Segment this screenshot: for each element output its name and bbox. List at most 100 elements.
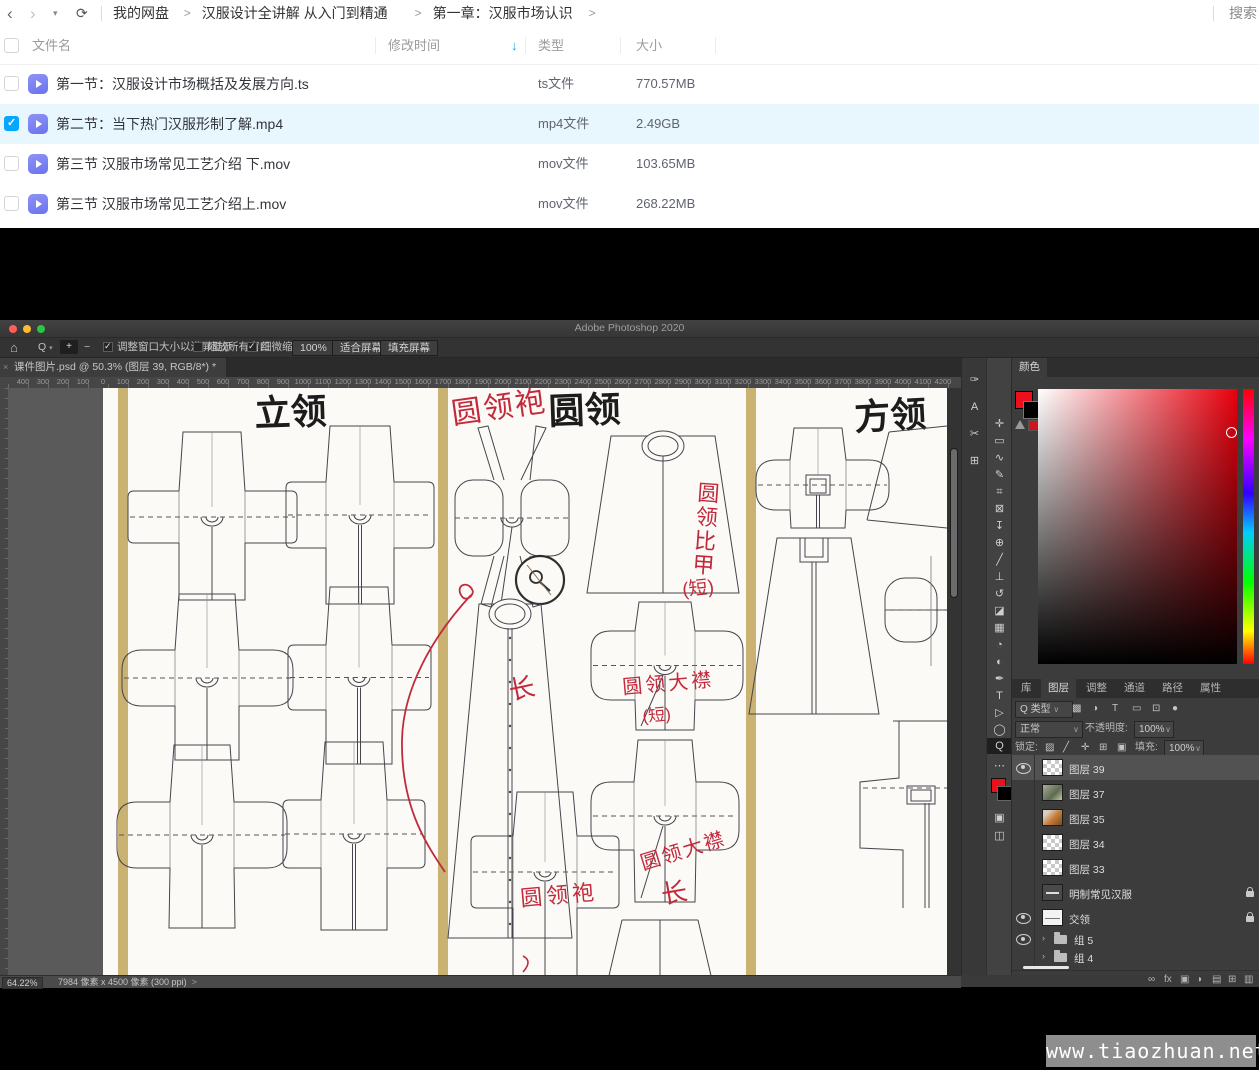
layer-row[interactable]: 明制常见汉服 [1012,880,1259,905]
column-header-type[interactable]: 类型 [538,27,564,64]
visibility-cell[interactable] [1012,755,1035,780]
zoom-100-button[interactable]: 100% [292,340,335,356]
layer-filter-icon[interactable]: ● [1172,701,1178,716]
select-all-checkbox[interactable] [4,38,19,53]
gradient-tool[interactable]: ▦ [987,620,1012,636]
layer-row[interactable]: 图层 33 [1012,855,1259,880]
file-row[interactable]: 第一节：汉服设计市场概括及发展方向.ts ts文件 770.57MB [0,64,1259,104]
file-name[interactable]: 第三节 汉服市场常见工艺介绍 下.mov [56,144,290,184]
layer-filter-icon[interactable]: ◑ [1092,701,1098,716]
status-zoom-field[interactable]: 64.22% [2,977,43,989]
zoom-tool[interactable]: Q [987,738,1012,754]
eyedropper-tool[interactable]: ↧ [987,518,1012,534]
layer-filter-dropdown[interactable]: Q 类型 ∨ [1015,701,1073,718]
dodge-tool[interactable]: ◐ [987,654,1012,670]
zoom-all-windows-checkbox[interactable] [193,342,203,352]
file-name[interactable]: 第一节：汉服设计市场概括及发展方向.ts [56,64,309,104]
layer-thumbnail[interactable] [1042,883,1063,901]
file-row[interactable]: 第三节 汉服市场常见工艺介绍 下.mov mov文件 103.65MB [0,144,1259,184]
screen-mode-icon[interactable]: ◫ [987,828,1012,844]
layer-name[interactable]: 组 4 [1074,951,1093,966]
layer-thumbnail[interactable] [1042,808,1063,826]
lasso-tool[interactable]: ∿ [987,450,1012,466]
layer-thumbnail[interactable] [1042,833,1063,851]
history-brush-tool[interactable]: ↺ [987,586,1012,602]
file-name[interactable]: 第三节 汉服市场常见工艺介绍上.mov [56,184,286,224]
type-tool[interactable]: T [987,688,1012,704]
visibility-cell[interactable] [1012,855,1035,880]
zoom-out-toggle[interactable]: − [84,338,90,357]
tab-color[interactable]: 颜色 [1012,358,1047,377]
layer-row[interactable]: 图层 39 [1012,755,1259,780]
blend-mode-dropdown[interactable]: 正常 ∨ [1015,721,1083,738]
healing-brush-tool[interactable]: ⊕ [987,535,1012,551]
breadcrumb-item[interactable]: 汉服设计全讲解 从入门到精通 [202,0,388,27]
panel-tab-库[interactable]: 库 [1014,679,1039,698]
character-panel-icon[interactable]: A [962,397,987,417]
canvas[interactable]: 立领 圆领 方领 圆领袍 圆领比甲 (短) 长圆领大襟 (短) 圆领袍 圆领大襟长 [103,388,947,975]
panel-tab-调整[interactable]: 调整 [1079,679,1114,698]
forward-icon[interactable]: › [30,0,36,27]
layer-row[interactable]: › 组 4 [1012,948,1259,966]
document-tab[interactable]: × 课件图片.psd @ 50.3% (图层 39, RGB/8*) * [0,358,227,377]
eraser-tool[interactable]: ◪ [987,603,1012,619]
history-caret-icon[interactable]: ▾ [53,0,58,27]
file-checkbox[interactable] [4,156,19,171]
path-selection-tool[interactable]: ▷ [987,705,1012,721]
scissors-icon[interactable]: ✂ [962,424,987,444]
visibility-cell[interactable] [1012,930,1035,948]
layer-thumbnail[interactable] [1042,783,1063,801]
search-link[interactable]: 搜索 [1229,0,1257,27]
column-header-size[interactable]: 大小 [636,27,662,64]
lock-option-icon[interactable]: ▣ [1117,740,1126,755]
layers-bottom-icon[interactable]: ▤ [1212,972,1221,987]
layers-bottom-icon[interactable]: ◑ [1196,972,1202,987]
lock-option-icon[interactable]: ╱ [1063,740,1069,755]
visibility-cell[interactable] [1012,905,1035,930]
lock-option-icon[interactable]: ▨ [1045,740,1054,755]
layer-row[interactable]: 图层 35 [1012,805,1259,830]
frame-tool[interactable]: ⊠ [987,501,1012,517]
layer-name[interactable]: 组 5 [1074,933,1093,948]
visibility-cell[interactable] [1012,805,1035,830]
file-checkbox[interactable] [4,116,19,131]
panel-tab-图层[interactable]: 图层 [1041,679,1076,698]
opacity-dropdown[interactable]: 100% ∨ [1134,721,1174,738]
file-row[interactable]: 第二节：当下热门汉服形制了解.mp4 mp4文件 2.49GB [0,104,1259,144]
panel-tab-属性[interactable]: 属性 [1193,679,1228,698]
brush-settings-icon[interactable]: ✑ [962,370,987,390]
edit-toolbar-icon[interactable]: ⋯ [987,758,1012,774]
zoom-in-toggle[interactable]: + [60,340,78,354]
group-expand-caret[interactable]: › [1042,951,1045,961]
eye-icon[interactable] [1016,934,1031,945]
visibility-cell[interactable] [1012,830,1035,855]
color-picker-field[interactable] [1038,389,1237,664]
current-tool-icon[interactable]: Q ▾ [38,338,53,357]
home-icon[interactable]: ⌂ [10,338,18,357]
group-expand-caret[interactable]: › [1042,933,1045,943]
eye-icon[interactable] [1016,762,1031,774]
move-tool[interactable]: ✛ [987,416,1012,432]
layer-row[interactable]: 图层 34 [1012,830,1259,855]
visibility-cell[interactable] [1012,948,1035,966]
layers-bottom-icon[interactable]: ∞ [1148,972,1155,987]
brush-tool[interactable]: ╱ [987,552,1012,568]
breadcrumb-item[interactable]: 我的网盘 [113,0,169,27]
layer-row[interactable]: › 组 5 [1012,930,1259,948]
scrollbar-thumb[interactable] [950,448,958,598]
layer-filter-icon[interactable]: T [1112,701,1118,716]
layer-row[interactable]: 交领 [1012,905,1259,930]
fill-screen-button[interactable]: 填充屏幕 [380,340,438,356]
layer-name[interactable]: 图层 33 [1069,862,1105,877]
file-name[interactable]: 第二节：当下热门汉服形制了解.mp4 [56,104,283,144]
layer-thumbnail[interactable] [1042,758,1063,776]
layer-thumbnail[interactable] [1042,908,1063,926]
layers-bottom-icon[interactable]: ⊞ [1228,972,1236,987]
resize-window-checkbox[interactable] [103,341,113,352]
panel-tab-通道[interactable]: 通道 [1117,679,1152,698]
layer-filter-icon[interactable]: ▩ [1072,701,1081,716]
lock-option-icon[interactable]: ⊞ [1099,740,1107,755]
back-icon[interactable]: ‹ [7,0,13,27]
quick-mask-icon[interactable]: ▣ [987,810,1012,826]
panel-tab-路径[interactable]: 路径 [1155,679,1190,698]
